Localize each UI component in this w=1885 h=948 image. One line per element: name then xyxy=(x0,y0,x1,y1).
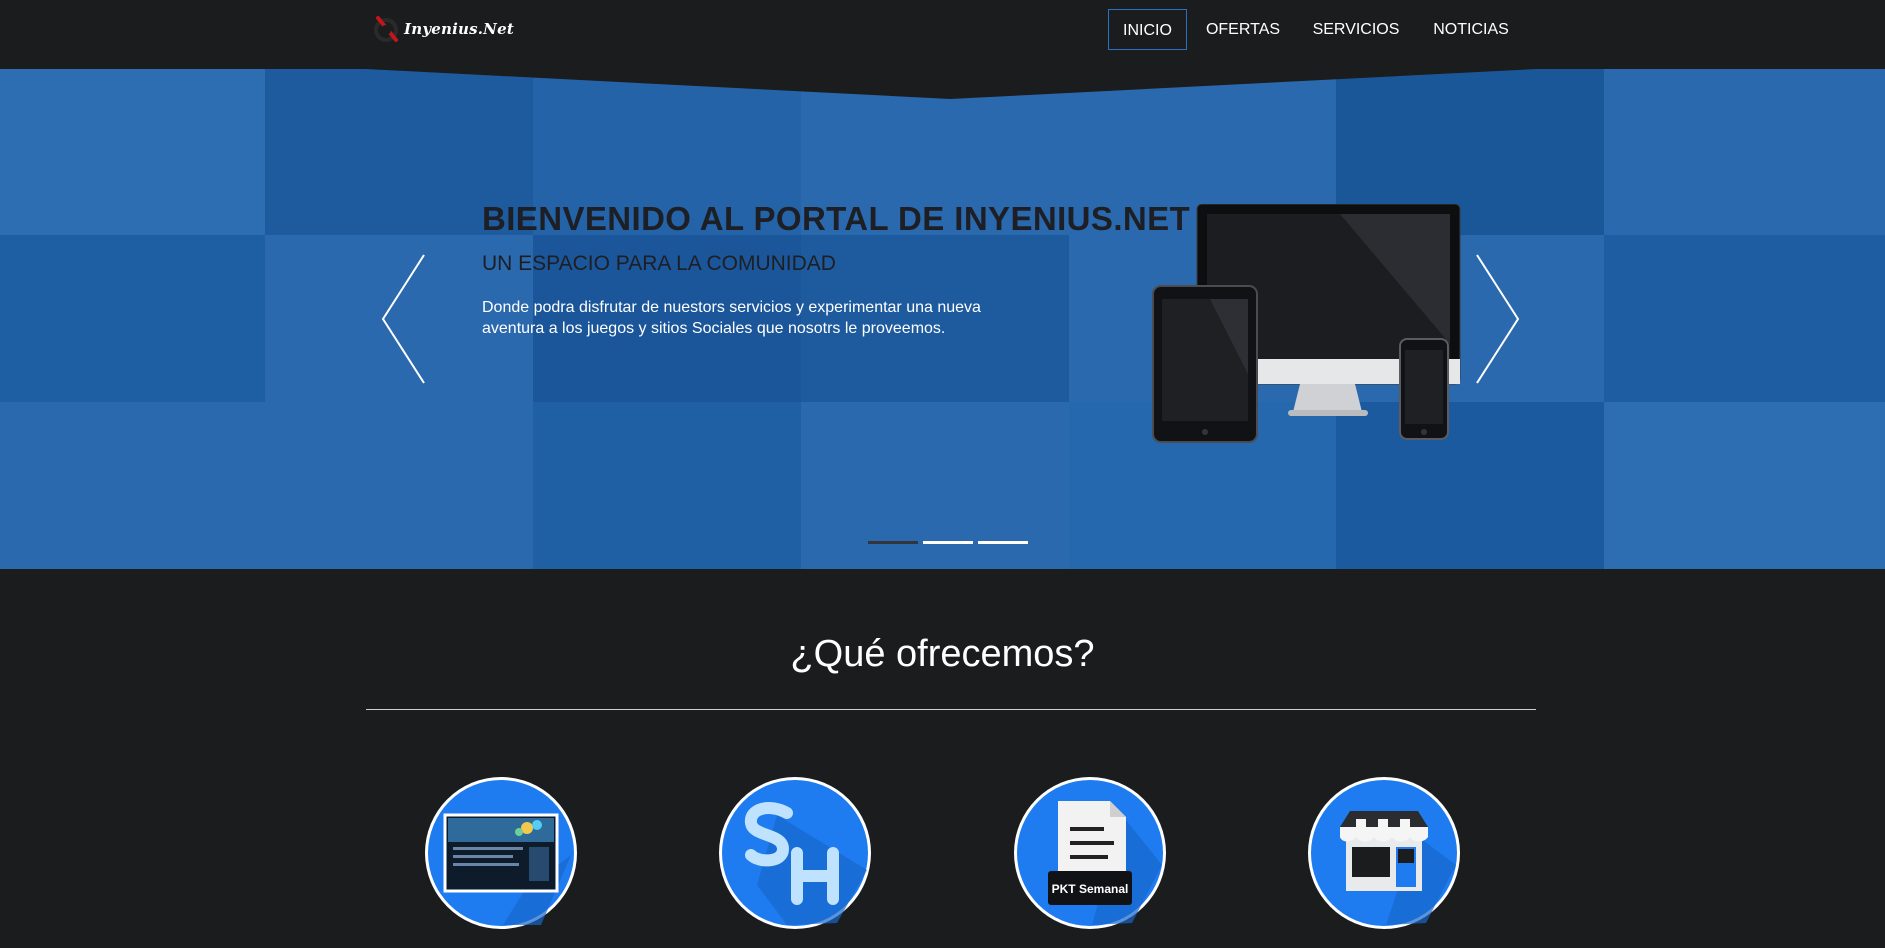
top-navbar: Inyenius.Net INICIO OFERTAS SERVICIOS NO… xyxy=(0,0,1885,69)
hero-subtitle: UN ESPACIO PARA LA COMUNIDAD xyxy=(482,252,836,275)
nav-item-ofertas[interactable]: OFERTAS xyxy=(1199,9,1287,50)
nav-item-servicios[interactable]: SERVICIOS xyxy=(1305,9,1407,50)
hero-carousel: BIENVENIDO AL PORTAL DE INYENIUS.NET UN … xyxy=(0,69,1885,569)
website-screen-icon[interactable] xyxy=(423,775,579,931)
store-front-icon[interactable] xyxy=(1306,775,1462,931)
hero-description: Donde podra disfrutar de nuestors servic… xyxy=(482,299,981,337)
nav-item-inicio[interactable]: INICIO xyxy=(1108,9,1187,50)
sh-logo-icon[interactable] xyxy=(717,775,873,931)
chevron-left-icon[interactable] xyxy=(380,253,426,385)
carousel-indicator-1[interactable] xyxy=(868,541,918,544)
hero-title: BIENVENIDO AL PORTAL DE INYENIUS.NET xyxy=(482,200,1191,237)
offers-title: ¿Qué ofrecemos? xyxy=(790,633,1095,675)
carousel-indicator-3[interactable] xyxy=(978,541,1028,544)
nav-item-noticias[interactable]: NOTICIAS xyxy=(1424,9,1518,50)
pkt-label: PKT Semanal xyxy=(1052,882,1129,896)
devices-illustration xyxy=(1152,204,1461,443)
hero-top-notch xyxy=(0,69,1885,99)
main-nav: INICIO OFERTAS SERVICIOS NOTICIAS xyxy=(0,9,1885,51)
carousel-indicator-2[interactable] xyxy=(923,541,973,544)
chevron-right-icon[interactable] xyxy=(1475,253,1521,385)
pkt-newsletter-icon[interactable]: PKT Semanal xyxy=(1012,775,1168,931)
section-divider xyxy=(366,709,1536,710)
